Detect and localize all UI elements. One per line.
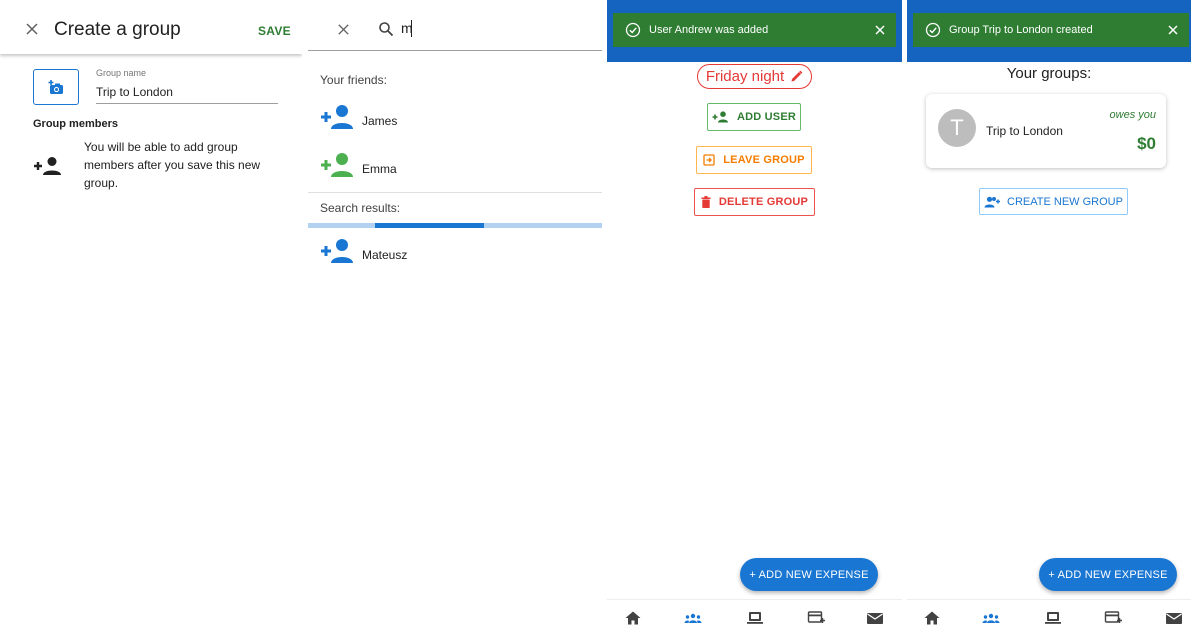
- friends-section-label: Your friends:: [320, 73, 387, 87]
- trash-icon: [701, 196, 711, 208]
- check-circle-icon: [625, 22, 641, 38]
- add-user-label: ADD USER: [736, 111, 797, 123]
- search-result-mateusz[interactable]: Mateusz: [320, 238, 590, 268]
- search-bar: m: [308, 0, 602, 51]
- bottom-navigation: [607, 599, 902, 627]
- friend-name: Emma: [362, 162, 397, 176]
- progress-fill: [375, 223, 484, 228]
- group-name-field[interactable]: Trip to London: [96, 85, 173, 99]
- person-add-icon: [712, 111, 728, 123]
- bottom-navigation: [907, 599, 1191, 627]
- pencil-icon: [791, 70, 803, 82]
- avatar: T: [938, 109, 976, 147]
- result-name: Mateusz: [362, 248, 408, 262]
- person-add-icon: [321, 239, 353, 263]
- check-circle-icon: [925, 22, 941, 38]
- add-card-icon[interactable]: [807, 610, 825, 626]
- leave-group-label: LEAVE GROUP: [723, 154, 805, 166]
- friend-item-james[interactable]: James: [320, 104, 590, 134]
- create-group-screen: Create a group SAVE Group name Trip to L…: [0, 0, 302, 627]
- search-results-label: Search results:: [320, 201, 401, 215]
- text-cursor: [411, 20, 412, 37]
- divider: [308, 192, 602, 193]
- delete-group-button[interactable]: DELETE GROUP: [694, 188, 815, 216]
- close-icon[interactable]: [24, 21, 40, 37]
- balance-amount: $0: [1137, 134, 1156, 153]
- snackbar-message: Group Trip to London created: [949, 24, 1093, 36]
- add-photo-button[interactable]: [33, 69, 79, 105]
- group-members-title: Group members: [33, 118, 118, 130]
- toast-bar: Group Trip to London created: [907, 0, 1191, 62]
- group-name: Friday night: [705, 68, 785, 85]
- create-new-group-label: CREATE NEW GROUP: [1007, 195, 1123, 208]
- add-new-expense-button[interactable]: + ADD NEW EXPENSE: [740, 558, 878, 591]
- friend-item-emma[interactable]: Emma: [320, 152, 590, 182]
- group-card-name: Trip to London: [986, 124, 1063, 138]
- home-icon[interactable]: [923, 610, 941, 626]
- person-add-icon: [321, 105, 353, 129]
- toast-bar: User Andrew was added: [607, 0, 902, 62]
- group-detail-screen: User Andrew was added Friday night ADD U…: [607, 0, 902, 627]
- mail-icon[interactable]: [1165, 610, 1183, 626]
- person-add-icon: [34, 157, 61, 175]
- your-groups-title: Your groups:: [1006, 65, 1092, 82]
- snackbar: Group Trip to London created: [913, 13, 1189, 47]
- groups-icon[interactable]: [982, 610, 1000, 626]
- search-friends-screen: m Your friends: James Emma Search result…: [308, 0, 602, 627]
- mail-icon[interactable]: [866, 610, 884, 626]
- groups-icon[interactable]: [684, 610, 702, 626]
- close-icon[interactable]: [1167, 24, 1179, 36]
- add-photo-icon: [48, 80, 63, 94]
- close-icon[interactable]: [874, 24, 886, 36]
- add-card-icon[interactable]: [1104, 610, 1122, 626]
- delete-group-label: DELETE GROUP: [718, 196, 809, 208]
- snackbar: User Andrew was added: [613, 13, 896, 47]
- group-card[interactable]: T Trip to London owes you $0: [926, 94, 1166, 168]
- search-icon: [379, 22, 394, 37]
- page-title: Create a group: [54, 19, 181, 40]
- add-new-expense-button[interactable]: + ADD NEW EXPENSE: [1039, 558, 1177, 591]
- add-user-button[interactable]: ADD USER: [707, 103, 801, 131]
- friend-name: James: [362, 114, 398, 128]
- create-new-group-button[interactable]: CREATE NEW GROUP: [979, 188, 1128, 215]
- group-add-icon: [984, 196, 1001, 207]
- person-add-icon: [321, 153, 353, 177]
- leave-group-button[interactable]: LEAVE GROUP: [696, 146, 812, 174]
- balance-status: owes you: [1109, 109, 1156, 121]
- snackbar-message: User Andrew was added: [649, 24, 769, 36]
- group-name-chip[interactable]: Friday night: [697, 64, 812, 89]
- group-name-underline: [96, 103, 278, 104]
- home-icon[interactable]: [624, 610, 642, 626]
- loading-progress-bar: [308, 223, 602, 228]
- groups-list-screen: Group Trip to London created Your groups…: [907, 0, 1191, 627]
- group-name-label: Group name: [96, 68, 147, 78]
- exit-icon: [703, 154, 715, 166]
- app-bar: Create a group SAVE: [0, 0, 302, 54]
- payments-icon[interactable]: [1044, 610, 1062, 626]
- group-members-hint: You will be able to add group members af…: [84, 140, 261, 190]
- save-button[interactable]: SAVE: [258, 24, 291, 38]
- close-icon[interactable]: [336, 22, 351, 37]
- payments-icon[interactable]: [746, 610, 764, 626]
